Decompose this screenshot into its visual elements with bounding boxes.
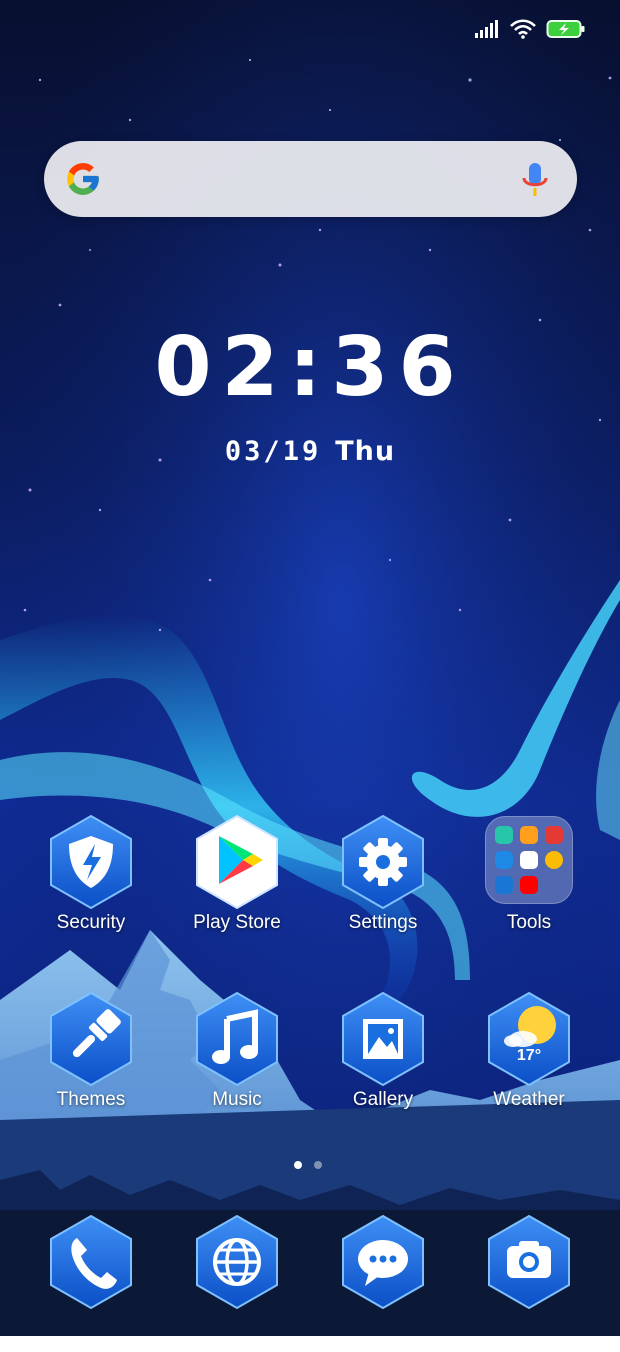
wifi-icon (510, 19, 536, 39)
app-label: Music (212, 1089, 262, 1110)
app-label: Tools (506, 912, 552, 933)
chrome-mini-icon (545, 851, 563, 869)
play-store-icon (196, 814, 278, 910)
battery-charging-icon (546, 20, 585, 38)
app-themes[interactable]: Themes (18, 989, 164, 1129)
dock-phone[interactable] (18, 1212, 164, 1352)
app-mini-icon (495, 826, 513, 844)
folder-icon (485, 816, 573, 904)
page-dot[interactable] (314, 1161, 322, 1169)
app-label: Settings (348, 912, 418, 933)
weather-temperature: 17° (516, 1047, 542, 1064)
phone-icon (50, 1214, 132, 1310)
google-search-bar[interactable] (44, 141, 577, 217)
weekday-text: Thu (335, 436, 396, 467)
page-dot-active[interactable] (294, 1161, 302, 1169)
clock-date[interactable]: 03/19 Thu (0, 436, 620, 467)
dock-camera[interactable] (456, 1212, 602, 1352)
app-label: Gallery (352, 1089, 414, 1110)
page-indicator (294, 1161, 322, 1169)
app-music[interactable]: Music (164, 989, 310, 1129)
app-label: Weather (493, 1089, 565, 1110)
image-icon (342, 991, 424, 1087)
google-g-logo (67, 163, 99, 195)
app-mini-icon (545, 826, 563, 844)
date-text: 03/19 (224, 436, 322, 467)
app-security[interactable]: Security (18, 812, 164, 952)
microphone-icon[interactable] (521, 161, 549, 199)
sun-cloud-icon (488, 991, 570, 1087)
app-mini-icon (520, 826, 538, 844)
clock-time[interactable]: 02:36 (0, 318, 620, 418)
globe-icon (196, 1214, 278, 1310)
app-gallery[interactable]: Gallery (310, 989, 456, 1129)
youtube-mini-icon (520, 876, 538, 894)
app-settings[interactable]: Settings (310, 812, 456, 952)
app-mini-icon (495, 851, 513, 869)
paintbrush-icon (50, 991, 132, 1087)
app-weather[interactable]: 17° Weather (456, 989, 602, 1129)
app-label: Security (56, 912, 126, 933)
app-label: Themes (56, 1089, 126, 1110)
chat-bubble-icon (342, 1214, 424, 1310)
signal-bars-icon (475, 20, 498, 38)
app-label: Play Store (193, 912, 281, 933)
music-note-icon (196, 991, 278, 1087)
app-mini-icon (495, 876, 513, 894)
app-play-store[interactable]: Play Store (164, 812, 310, 952)
gear-icon (342, 814, 424, 910)
status-bar (474, 14, 586, 44)
dock-messages[interactable] (310, 1212, 456, 1352)
camera-icon (488, 1214, 570, 1310)
shield-bolt-icon (50, 814, 132, 910)
gmail-mini-icon (520, 851, 538, 869)
folder-tools[interactable]: Tools (456, 812, 602, 952)
dock-browser[interactable] (164, 1212, 310, 1352)
